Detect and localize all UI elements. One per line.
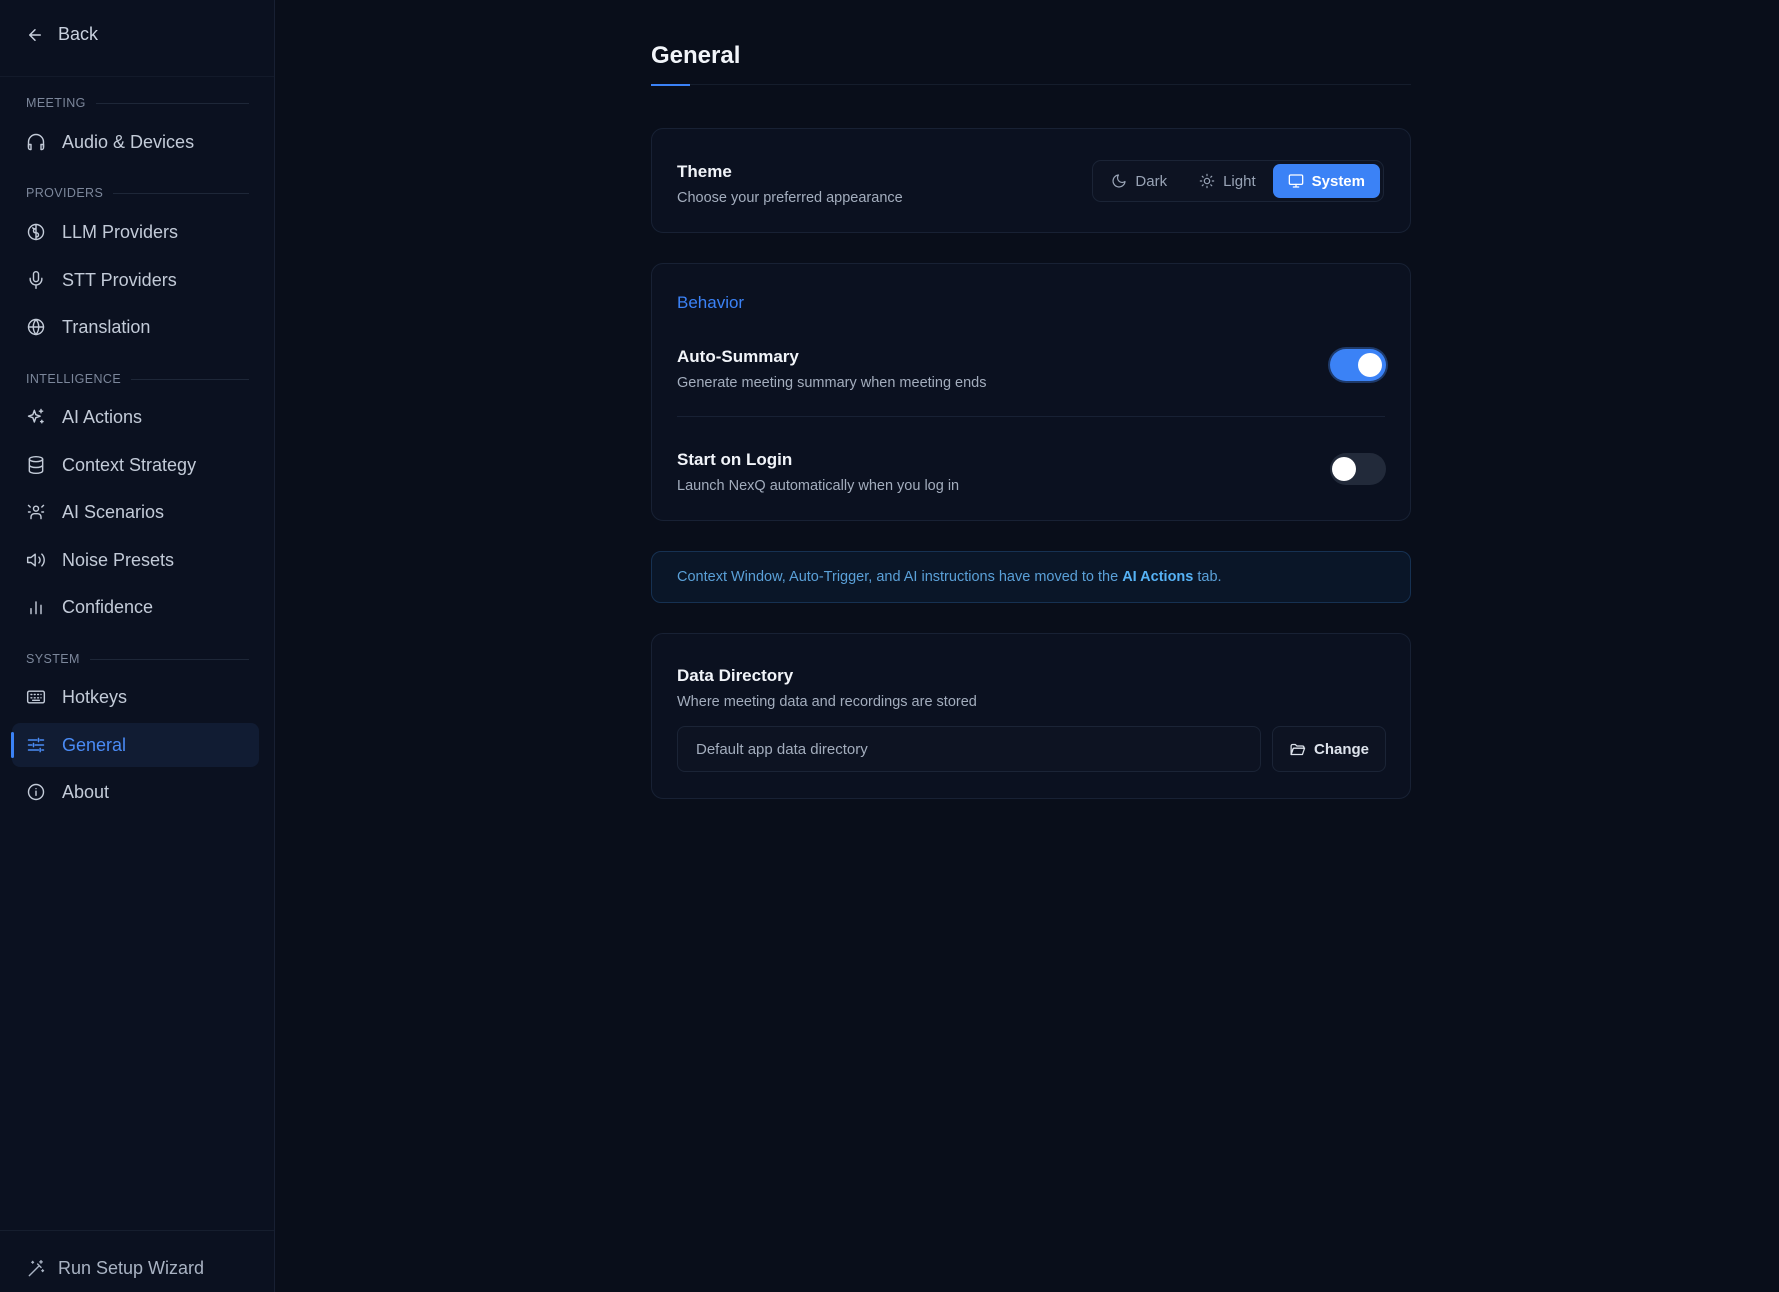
sidebar-item-translation[interactable]: Translation [12,305,259,349]
theme-option-system[interactable]: System [1272,164,1380,198]
section-label: INTELLIGENCE [26,372,122,386]
globe-icon [27,318,45,336]
sidebar-item-label: About [62,781,110,802]
change-label: Change [1313,740,1369,758]
sun-icon [1199,173,1215,189]
back-label: Back [58,24,99,44]
ai-actions-link[interactable]: AI Actions [1122,569,1193,585]
sidebar-item-hotkeys[interactable]: Hotkeys [12,675,259,719]
notice-text-before: Context Window, Auto-Trigger, and AI ins… [677,569,1123,585]
folder-open-icon [1290,743,1306,755]
theme-card: Theme Choose your preferred appearance D… [651,128,1411,233]
sparkles-icon [27,408,44,424]
theme-option-light[interactable]: Light [1184,164,1271,198]
section-meeting: MEETING [26,95,249,111]
sidebar-item-ai-actions[interactable]: AI Actions [12,395,259,439]
moved-notice: Context Window, Auto-Trigger, and AI ins… [651,551,1411,603]
scenarios-icon [27,504,45,520]
sidebar-item-label: Audio & Devices [62,131,195,152]
sidebar-item-label: STT Providers [62,269,177,290]
keyboard-icon [26,690,46,704]
theme-title: Theme [677,162,732,181]
section-label: MEETING [26,96,86,110]
wizard-label: Run Setup Wizard [58,1258,205,1278]
theme-description: Choose your preferred appearance [677,190,903,206]
moon-icon [1112,174,1127,188]
theme-option-label: Dark [1135,172,1168,190]
sidebar-item-label: AI Scenarios [62,501,165,522]
main-content: General Theme Choose your preferred appe… [275,0,1779,1292]
section-intelligence: INTELLIGENCE [26,371,249,387]
sidebar-item-label: AI Actions [62,406,143,427]
auto-summary-row: Auto-Summary Generate meeting summary wh… [677,347,987,391]
data-directory-card: Data Directory Where meeting data and re… [651,633,1411,799]
sidebar-item-label: LLM Providers [62,221,179,242]
back-button[interactable]: Back [26,24,98,45]
sidebar-item-stt-providers[interactable]: STT Providers [12,258,259,302]
section-label: PROVIDERS [26,186,104,200]
row-divider [677,416,1385,417]
sidebar-item-label: Hotkeys [62,686,128,707]
magic-wand-icon [28,1259,45,1276]
section-system: SYSTEM [26,651,249,667]
sidebar-item-label: Confidence [62,596,154,617]
toggle-knob [1358,353,1382,377]
arrow-left-icon [29,28,41,41]
sidebar-divider [0,76,274,77]
settings-app: Back MEETING Audio & Devices PROVIDERS L… [0,0,1779,1292]
theme-option-dark[interactable]: Dark [1096,164,1182,198]
sidebar-item-confidence[interactable]: Confidence [12,585,259,629]
brain-icon [27,223,45,241]
start-on-login-description: Launch NexQ automatically when you log i… [677,478,960,494]
data-directory-description: Where meeting data and recordings are st… [677,694,977,710]
section-providers: PROVIDERS [26,185,249,201]
notice-text: Context Window, Auto-Trigger, and AI ins… [677,569,1222,585]
data-directory-field[interactable]: Default app data directory [677,726,1261,772]
data-directory-title: Data Directory [677,666,794,685]
section-label: SYSTEM [26,652,80,666]
sidebar: Back MEETING Audio & Devices PROVIDERS L… [0,0,275,1292]
start-on-login-title: Start on Login [677,450,793,469]
sidebar-item-label: Noise Presets [62,549,175,570]
run-setup-wizard-button[interactable]: Run Setup Wizard [26,1258,204,1279]
sidebar-item-llm-providers[interactable]: LLM Providers [12,210,259,254]
sidebar-item-noise-presets[interactable]: Noise Presets [12,538,259,582]
sidebar-item-about[interactable]: About [12,770,259,814]
info-icon [27,783,45,801]
database-icon [28,455,44,475]
sidebar-item-label: Translation [62,316,151,337]
title-rule [651,84,1411,85]
change-directory-button[interactable]: Change [1272,726,1386,772]
sidebar-item-context-strategy[interactable]: Context Strategy [12,443,259,487]
notice-text-after: tab. [1193,569,1222,585]
start-on-login-toggle[interactable] [1330,453,1386,485]
sliders-icon [27,737,45,753]
behavior-heading: Behavior [677,293,745,312]
theme-option-label: System [1311,172,1365,190]
toggle-knob [1332,457,1356,481]
theme-selector: Dark Light System [1092,160,1384,202]
headphones-icon [27,133,45,151]
title-underline [651,84,690,86]
start-on-login-row: Start on Login Launch NexQ automatically… [677,450,959,494]
sidebar-item-general[interactable]: General [11,723,259,767]
auto-summary-title: Auto-Summary [677,347,799,366]
speaker-icon [26,553,45,567]
sidebar-item-label: General [62,734,127,755]
theme-option-label: Light [1223,172,1256,190]
bar-chart-icon [30,601,42,615]
sidebar-item-audio-devices[interactable]: Audio & Devices [12,120,259,164]
auto-summary-toggle[interactable] [1330,349,1386,381]
auto-summary-description: Generate meeting summary when meeting en… [677,375,987,391]
data-directory-value: Default app data directory [696,740,868,758]
behavior-card: Behavior Auto-Summary Generate meeting s… [651,263,1411,521]
microphone-icon [29,270,43,290]
sidebar-item-ai-scenarios[interactable]: AI Scenarios [12,490,259,534]
sidebar-item-label: Context Strategy [62,454,197,475]
page-title: General [651,42,741,69]
sidebar-divider [0,1230,274,1231]
monitor-icon [1288,174,1303,188]
